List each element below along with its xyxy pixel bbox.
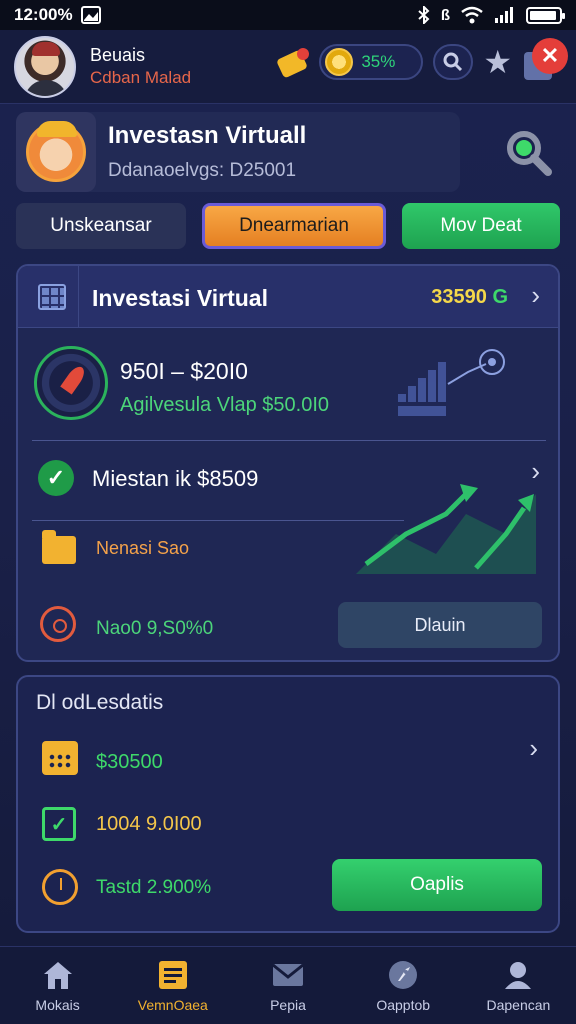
cellular-signal-icon bbox=[495, 7, 513, 23]
search-icon[interactable] bbox=[502, 126, 554, 178]
coin-icon bbox=[325, 48, 354, 76]
home-icon bbox=[43, 961, 72, 989]
bluetooth-icon bbox=[418, 6, 430, 24]
details-panel: Dl odLesdatis $30500 › ✓ 1004 9.0Ι00 Tas… bbox=[16, 675, 560, 933]
range-subtext: Agilvesula Vlap $50.0Ι0 bbox=[120, 394, 330, 416]
card-subtitle: Ddanaoelvgs: D25001 bbox=[108, 160, 297, 181]
nav-item-profile[interactable]: Dapencan bbox=[461, 947, 576, 1024]
target-icon bbox=[40, 606, 76, 642]
star-icon[interactable]: ★ bbox=[483, 46, 512, 78]
wifi-icon bbox=[461, 6, 483, 24]
coin-balance[interactable]: 35% bbox=[319, 44, 424, 80]
investment-panel: Investasi Virtual 33590 G › 950Ι – $20Ι0… bbox=[16, 264, 560, 662]
coin-value: 35% bbox=[361, 52, 396, 71]
milestone-text: Miestan ik $8509 bbox=[92, 466, 259, 491]
grid-icon bbox=[38, 284, 66, 310]
nav-item-rocket[interactable]: Oapptob bbox=[346, 947, 461, 1024]
bottom-navigation: Mokais VemnOaea Pepia Oapptob Dapencan bbox=[0, 946, 576, 1024]
clock-icon bbox=[42, 869, 78, 905]
header-search-button[interactable] bbox=[433, 44, 474, 80]
header-divider bbox=[78, 266, 79, 328]
user-info: Beuais Cdban Malad bbox=[90, 45, 191, 88]
image-icon bbox=[80, 6, 101, 24]
tab-dnearmarian[interactable]: Dnearmarian bbox=[202, 203, 386, 249]
header-actions: 35% ★ ✕ bbox=[276, 38, 568, 82]
card-title: Investasn Virtuall bbox=[108, 122, 307, 149]
user-subtitle: Cdban Malad bbox=[90, 68, 192, 87]
notification-dot bbox=[297, 48, 310, 60]
nav-label: Oapptob bbox=[376, 996, 431, 1013]
panel-action-button[interactable]: Dlauin bbox=[338, 602, 542, 648]
nav-item-mail[interactable]: Pepia bbox=[230, 947, 345, 1024]
mail-icon bbox=[272, 963, 304, 986]
card-avatar bbox=[16, 112, 96, 192]
investment-panel-header[interactable]: Investasi Virtual 33590 G › bbox=[18, 266, 558, 328]
divider bbox=[32, 440, 546, 441]
panel-value-suffix: G bbox=[492, 286, 508, 308]
nav-item-home[interactable]: Mokais bbox=[0, 947, 115, 1024]
tab-unskeansar[interactable]: Unskeansar bbox=[16, 203, 186, 249]
status-bar: 12:00% ß bbox=[0, 0, 576, 30]
document-icon bbox=[158, 960, 187, 989]
range-text: 950Ι – $20Ι0 bbox=[120, 358, 248, 384]
tab-bar: Unskeansar Dnearmarian Mov Deat bbox=[16, 203, 560, 249]
status-time: 12:00% bbox=[14, 5, 73, 24]
profile-card[interactable]: Investasn Virtuall Ddanaoelvgs: D25001 bbox=[16, 112, 460, 192]
details-title: Dl odLesdatis bbox=[36, 691, 164, 714]
nav-label: Dapencan bbox=[486, 996, 551, 1013]
signal-text: ß bbox=[440, 6, 450, 24]
tag-icon[interactable] bbox=[276, 46, 310, 79]
calendar-icon bbox=[42, 741, 78, 775]
details-action-button[interactable]: Oaplis bbox=[332, 859, 542, 911]
close-button[interactable]: ✕ bbox=[532, 38, 568, 74]
growth-chart-icon bbox=[356, 484, 536, 574]
search-icon bbox=[443, 52, 463, 72]
app-header: Beuais Cdban Malad 35% ★ ✕ bbox=[0, 30, 576, 104]
profile-icon bbox=[505, 961, 532, 989]
target-text: Nao0 9,S0%0 bbox=[96, 618, 214, 639]
shield-check-icon: ✓ bbox=[42, 807, 76, 841]
tab-mov-deat[interactable]: Mov Deat bbox=[402, 203, 560, 249]
nav-label: VemnOaea bbox=[137, 996, 208, 1013]
check-icon: ✓ bbox=[38, 460, 74, 496]
panel-title: Investasi Virtual bbox=[92, 285, 268, 311]
close-area: ✕ bbox=[522, 38, 568, 82]
data-chart-icon bbox=[398, 349, 505, 416]
user-avatar[interactable] bbox=[14, 35, 76, 98]
folder-text: Nenasi Sao bbox=[96, 538, 190, 558]
nav-item-documents[interactable]: VemnOaea bbox=[115, 947, 230, 1024]
nav-label: Pepia bbox=[270, 996, 306, 1013]
user-name: Beuais bbox=[90, 45, 146, 65]
rocket-icon bbox=[389, 960, 418, 989]
chevron-right-icon[interactable]: › bbox=[531, 280, 540, 311]
nav-label: Mokais bbox=[35, 996, 80, 1013]
folder-icon bbox=[42, 530, 76, 564]
panel-value-main: 33590 bbox=[431, 286, 487, 308]
panel-value: 33590 G bbox=[431, 286, 508, 309]
divider bbox=[32, 520, 404, 521]
gauge-icon bbox=[34, 346, 108, 420]
detail-value-2: 1004 9.0Ι00 bbox=[96, 813, 202, 835]
chevron-right-icon[interactable]: › bbox=[529, 733, 538, 764]
detail-value-1: $30500 bbox=[96, 751, 163, 773]
detail-value-3: Tastd 2.900% bbox=[96, 877, 212, 898]
battery-icon bbox=[526, 6, 565, 24]
